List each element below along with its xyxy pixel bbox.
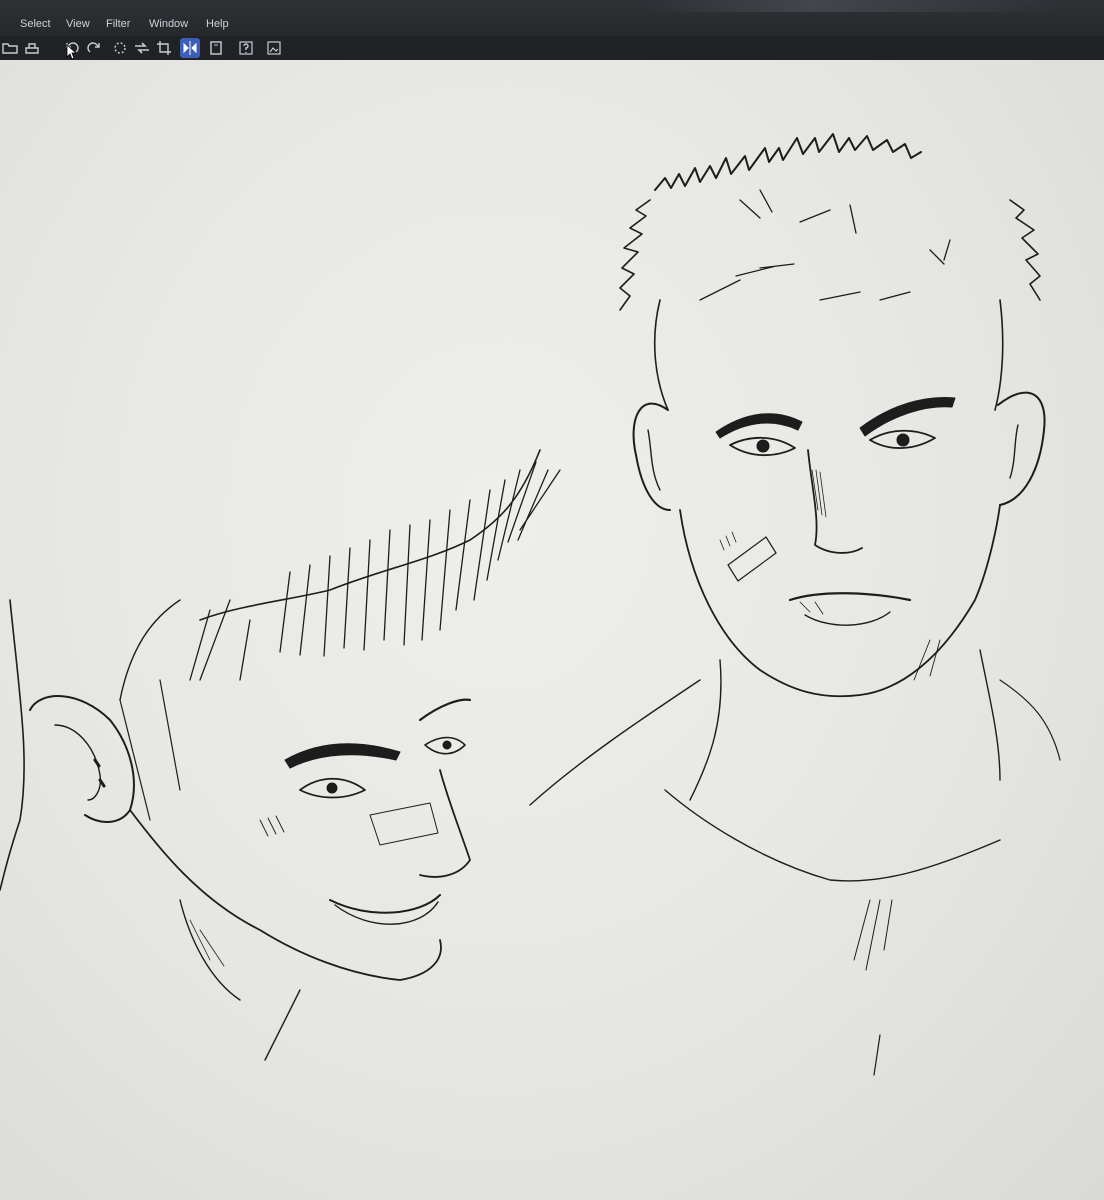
image-icon[interactable] bbox=[264, 38, 284, 58]
crop-icon[interactable] bbox=[154, 38, 174, 58]
guide-icon[interactable] bbox=[206, 38, 226, 58]
help-icon[interactable] bbox=[236, 38, 256, 58]
menu-view[interactable]: View bbox=[66, 18, 90, 30]
drawing-app-window: Select View Filter Window Help bbox=[0, 0, 1104, 1200]
right-character-sketch bbox=[529, 133, 1061, 1076]
menu-select[interactable]: Select bbox=[20, 18, 51, 30]
sketch-artwork bbox=[0, 133, 1061, 1076]
transfer-icon[interactable] bbox=[132, 38, 152, 58]
flip-icon[interactable] bbox=[180, 38, 200, 58]
toolbar bbox=[0, 36, 1104, 61]
menu-bar: Select View Filter Window Help bbox=[0, 0, 1104, 36]
menu-filter[interactable]: Filter bbox=[106, 18, 130, 30]
loading-icon[interactable] bbox=[110, 38, 130, 58]
redo-icon[interactable] bbox=[84, 38, 104, 58]
folder-open-icon[interactable] bbox=[0, 38, 20, 58]
menu-help[interactable]: Help bbox=[206, 18, 229, 30]
menu-window[interactable]: Window bbox=[149, 18, 188, 30]
save-icon[interactable] bbox=[22, 38, 42, 58]
mouse-cursor-icon bbox=[66, 44, 78, 60]
left-character-sketch bbox=[0, 449, 561, 1061]
drawing-canvas[interactable] bbox=[0, 60, 1104, 1200]
window-title-bar bbox=[644, 0, 1064, 12]
